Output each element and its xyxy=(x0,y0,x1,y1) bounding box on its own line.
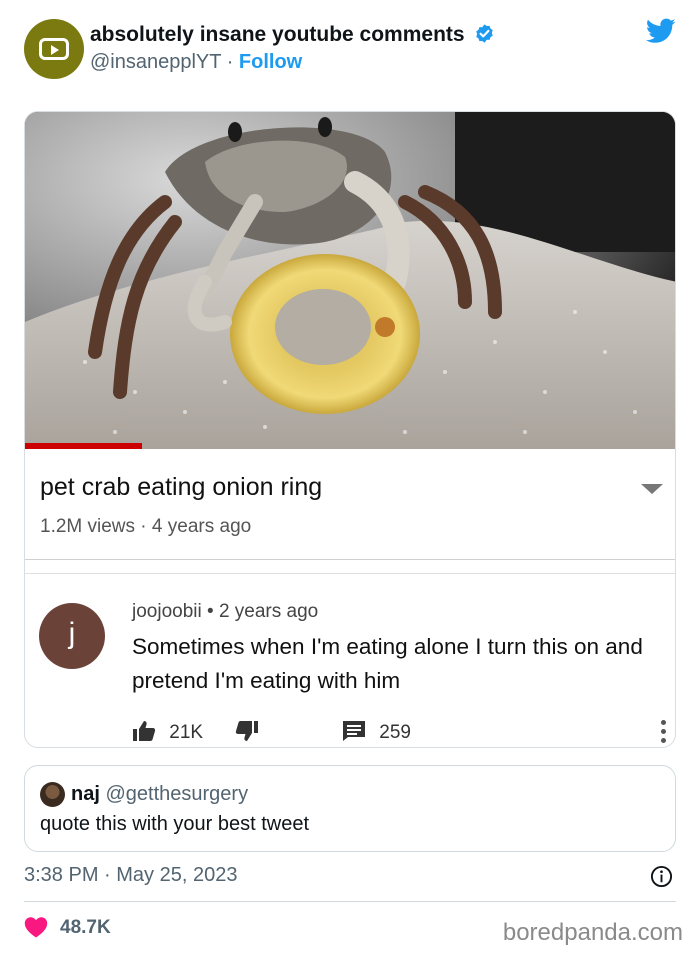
commenter-avatar[interactable]: j xyxy=(39,603,105,669)
video-thumbnail xyxy=(25,112,675,449)
quoted-tweet-text: quote this with your best tweet xyxy=(40,813,310,835)
comment-text: Sometimes when I'm eating alone I turn t… xyxy=(132,634,643,693)
video-progress-bar[interactable] xyxy=(25,443,143,449)
handle-separator: · xyxy=(226,51,234,73)
like-action[interactable]: 21K xyxy=(132,720,203,744)
quoted-tweet[interactable]: naj @getthesurgery quote this with your … xyxy=(24,765,676,852)
author-avatar[interactable] xyxy=(24,19,84,79)
youtube-screenshot-card[interactable]: pet crab eating onion ring 1.2M views · … xyxy=(24,111,676,748)
footer-divider xyxy=(24,901,676,902)
youtube-logo-icon xyxy=(39,38,69,60)
comment-age: 2 years ago xyxy=(218,601,319,622)
tweet-timestamp[interactable]: 3:38 PM · May 25, 2023 xyxy=(24,864,237,887)
like-row[interactable]: 48.7K xyxy=(24,916,111,939)
comment-meta: joojoobii • 2 years ago xyxy=(132,601,319,622)
heart-icon[interactable] xyxy=(24,916,48,938)
verified-badge-icon xyxy=(476,24,494,43)
like-count: 48.7K xyxy=(60,917,111,938)
author-display-name[interactable]: absolutely insane youtube comments xyxy=(90,23,465,46)
video-title[interactable]: pet crab eating onion ring xyxy=(40,473,322,502)
expand-caret-icon[interactable] xyxy=(641,484,663,494)
divider xyxy=(25,559,675,560)
comment-like-count: 21K xyxy=(169,722,204,743)
tweet-header: absolutely insane youtube comments @insa… xyxy=(24,18,684,80)
view-count: 1.2M views xyxy=(40,516,136,537)
quoted-tweet-header: naj @getthesurgery xyxy=(71,783,248,806)
more-options-icon[interactable] xyxy=(661,720,667,746)
thumbs-down-icon xyxy=(235,721,258,741)
twitter-bird-icon[interactable] xyxy=(646,18,676,44)
quoted-author-name[interactable]: naj xyxy=(71,783,100,805)
video-meta: 1.2M views · 4 years ago xyxy=(40,516,252,537)
quoted-author-avatar[interactable] xyxy=(40,782,65,807)
comment-author[interactable]: joojoobii xyxy=(132,601,202,622)
dislike-action[interactable] xyxy=(235,720,259,744)
reply-action[interactable]: 259 xyxy=(342,720,411,744)
video-age: 4 years ago xyxy=(151,516,252,537)
comment-icon xyxy=(343,721,365,741)
author-name-row: absolutely insane youtube comments xyxy=(90,23,495,47)
author-handle-row: @insanepplYT · Follow xyxy=(90,51,302,74)
comment-reply-count: 259 xyxy=(379,722,411,743)
follow-button[interactable]: Follow xyxy=(239,51,302,73)
author-handle[interactable]: @insanepplYT xyxy=(90,51,221,73)
info-icon[interactable] xyxy=(650,865,673,888)
thumbs-up-icon xyxy=(133,721,156,741)
comment-actions: 21K 259 xyxy=(132,718,672,747)
quoted-author-handle[interactable]: @getthesurgery xyxy=(105,783,248,805)
divider xyxy=(25,573,675,574)
source-watermark: boredpanda.com xyxy=(502,919,683,946)
